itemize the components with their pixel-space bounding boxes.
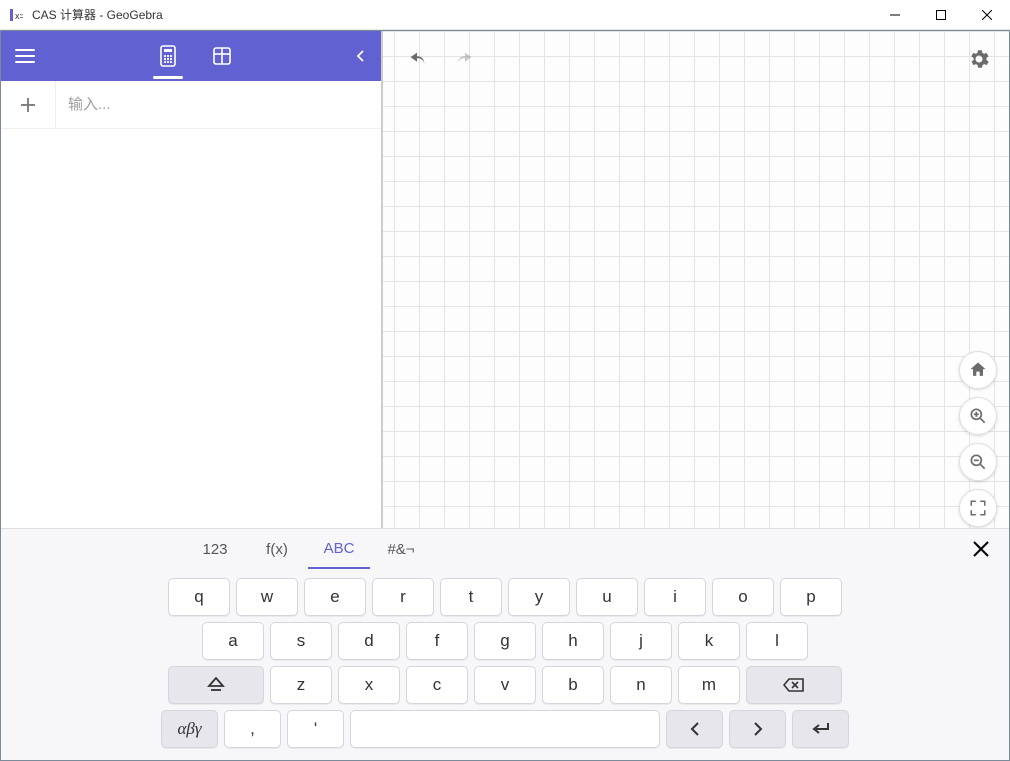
home-view-button[interactable] (959, 351, 997, 389)
key-j[interactable]: j (610, 622, 672, 660)
svg-text:x=: x= (15, 11, 23, 21)
key-right[interactable] (729, 710, 786, 748)
keyboard-row-2: a s d f g h j k l (161, 622, 849, 660)
window-title: CAS 计算器 - GeoGebra (32, 6, 872, 23)
window-titlebar: x= CAS 计算器 - GeoGebra (0, 0, 1010, 30)
key-b[interactable]: b (542, 666, 604, 704)
key-x[interactable]: x (338, 666, 400, 704)
key-shift[interactable] (168, 666, 264, 704)
tab-algebra[interactable] (145, 33, 191, 79)
keyboard-close-button[interactable] (961, 529, 1001, 569)
home-icon (968, 360, 988, 380)
zoom-in-icon (968, 406, 988, 426)
window-maximize-button[interactable] (918, 0, 964, 30)
tab-table[interactable] (199, 33, 245, 79)
keyboard-tab-symbols[interactable]: #&¬ (370, 529, 432, 569)
fullscreen-icon (969, 499, 987, 517)
menu-button[interactable] (1, 32, 49, 80)
keyboard-row-1: q w e r t y u i o p (161, 578, 849, 616)
key-y[interactable]: y (508, 578, 570, 616)
window-close-button[interactable] (964, 0, 1010, 30)
hamburger-icon (15, 49, 35, 63)
plus-icon (19, 96, 37, 114)
graphics-toolbar-right (961, 41, 997, 77)
chevron-right-icon (752, 722, 764, 736)
undo-button[interactable] (399, 41, 435, 77)
grid-canvas (383, 31, 1009, 528)
key-m[interactable]: m (678, 666, 740, 704)
key-l[interactable]: l (746, 622, 808, 660)
view-tabs (49, 33, 341, 79)
view-controls (959, 351, 997, 527)
key-left[interactable] (666, 710, 723, 748)
key-p[interactable]: p (780, 578, 842, 616)
keyboard-tab-123[interactable]: 123 (184, 529, 246, 569)
key-r[interactable]: r (372, 578, 434, 616)
graphics-view[interactable] (381, 31, 1009, 528)
collapse-panel-button[interactable] (341, 32, 381, 80)
zoom-in-button[interactable] (959, 397, 997, 435)
key-c[interactable]: c (406, 666, 468, 704)
zoom-out-button[interactable] (959, 443, 997, 481)
key-f[interactable]: f (406, 622, 468, 660)
undo-icon (406, 48, 428, 70)
key-e[interactable]: e (304, 578, 366, 616)
key-w[interactable]: w (236, 578, 298, 616)
key-o[interactable]: o (712, 578, 774, 616)
key-space[interactable] (350, 710, 660, 748)
settings-button[interactable] (961, 41, 997, 77)
zoom-out-icon (968, 452, 988, 472)
key-s[interactable]: s (270, 622, 332, 660)
expression-input[interactable] (68, 96, 369, 113)
key-backspace[interactable] (746, 666, 842, 704)
keyboard-row-4: αβγ , ' (161, 710, 849, 748)
key-enter[interactable] (792, 710, 849, 748)
keyboard-row-3: z x c v b n m (161, 666, 849, 704)
key-apostrophe[interactable]: ' (287, 710, 344, 748)
key-n[interactable]: n (610, 666, 672, 704)
key-h[interactable]: h (542, 622, 604, 660)
virtual-keyboard: 123 f(x) ABC #&¬ q w e r t y u i o p (1, 528, 1009, 760)
workspace: 123 f(x) ABC #&¬ q w e r t y u i o p (0, 30, 1010, 761)
shift-icon (207, 677, 225, 693)
left-panel-header (1, 31, 381, 81)
key-u[interactable]: u (576, 578, 638, 616)
input-cell (56, 96, 381, 114)
window-controls (872, 0, 1010, 29)
key-q[interactable]: q (168, 578, 230, 616)
table-icon (212, 46, 232, 66)
key-k[interactable]: k (678, 622, 740, 660)
close-icon (973, 541, 989, 557)
key-z[interactable]: z (270, 666, 332, 704)
add-entry-button[interactable] (1, 81, 56, 128)
graphics-toolbar-left (399, 41, 483, 77)
chevron-left-icon (355, 50, 367, 62)
chevron-left-icon (689, 722, 701, 736)
keyboard-keys: q w e r t y u i o p a s d f g h j k l (1, 569, 1009, 760)
calculator-icon (158, 45, 178, 67)
redo-button[interactable] (447, 41, 483, 77)
key-greek[interactable]: αβγ (161, 710, 218, 748)
gear-icon (967, 47, 991, 71)
redo-icon (454, 48, 476, 70)
key-a[interactable]: a (202, 622, 264, 660)
backspace-icon (783, 677, 805, 693)
key-g[interactable]: g (474, 622, 536, 660)
keyboard-tab-bar: 123 f(x) ABC #&¬ (1, 529, 1009, 569)
left-panel (1, 31, 381, 528)
key-t[interactable]: t (440, 578, 502, 616)
key-v[interactable]: v (474, 666, 536, 704)
enter-icon (811, 722, 831, 736)
keyboard-tab-fx[interactable]: f(x) (246, 529, 308, 569)
key-d[interactable]: d (338, 622, 400, 660)
keyboard-tab-abc[interactable]: ABC (308, 529, 370, 569)
window-minimize-button[interactable] (872, 0, 918, 30)
app-icon: x= (6, 5, 26, 25)
key-comma[interactable]: , (224, 710, 281, 748)
fullscreen-button[interactable] (959, 489, 997, 527)
key-i[interactable]: i (644, 578, 706, 616)
input-row (1, 81, 381, 129)
